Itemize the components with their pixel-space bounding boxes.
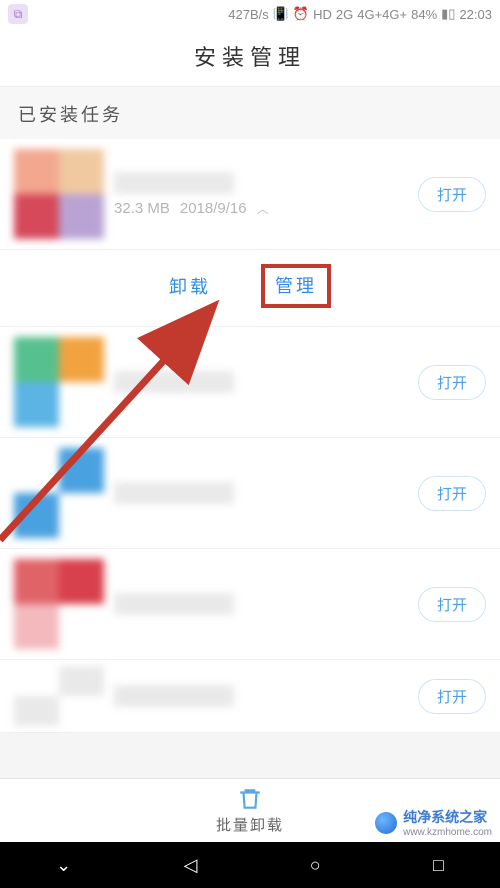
manage-button[interactable]: 管理 — [261, 264, 331, 308]
page-header: 安装管理 — [0, 28, 500, 87]
app-name — [114, 593, 234, 615]
status-bar: ⧉ 427B/s 📳 ⏰ HD 2G 4G+4G+ 84% ▮▯ 22:03 — [0, 0, 500, 28]
app-row[interactable]: 打开 — [0, 438, 500, 549]
signal-2g: 2G — [336, 7, 353, 22]
app-icon — [14, 666, 104, 726]
battery-icon: ▮▯ — [441, 6, 455, 22]
batch-uninstall-button[interactable]: 批量卸载 — [216, 814, 284, 835]
app-info — [114, 593, 408, 615]
app-row[interactable]: 打开 — [0, 327, 500, 438]
app-name — [114, 172, 234, 194]
app-icon — [14, 149, 104, 239]
app-icon — [14, 448, 104, 538]
app-icon — [14, 559, 104, 649]
hd-badge: HD — [313, 7, 332, 22]
watermark: 纯净系统之家 www.kzmhome.com — [375, 807, 492, 838]
app-row[interactable]: 32.3 MB 2018/9/16 ︿ 打开 — [0, 139, 500, 250]
page-title: 安装管理 — [0, 40, 500, 72]
vibrate-icon: 📳 — [273, 6, 289, 22]
alarm-icon: ⏰ — [293, 6, 309, 22]
battery-percent: 84% — [411, 7, 437, 22]
app-expanded-actions: 卸载 管理 — [0, 250, 500, 327]
open-button[interactable]: 打开 — [418, 679, 486, 714]
open-button[interactable]: 打开 — [418, 587, 486, 622]
watermark-logo-icon — [375, 812, 397, 834]
app-name — [114, 685, 234, 707]
installed-apps-list: 32.3 MB 2018/9/16 ︿ 打开 卸载 管理 打开 打开 — [0, 139, 500, 733]
watermark-url: www.kzmhome.com — [403, 827, 492, 838]
app-name — [114, 371, 234, 393]
nav-home-button[interactable]: ○ — [310, 855, 321, 876]
open-button[interactable]: 打开 — [418, 177, 486, 212]
open-button[interactable]: 打开 — [418, 365, 486, 400]
app-date: 2018/9/16 — [180, 200, 247, 217]
uninstall-button[interactable]: 卸载 — [169, 264, 211, 308]
chevron-up-icon[interactable]: ︿ — [257, 200, 269, 217]
data-rate: 427B/s — [228, 7, 268, 22]
nav-menu-button[interactable]: ⌄ — [56, 855, 71, 876]
app-info — [114, 685, 408, 707]
app-info — [114, 482, 408, 504]
app-icon — [14, 337, 104, 427]
app-info — [114, 371, 408, 393]
nav-back-button[interactable]: ◁ — [184, 855, 198, 876]
app-row[interactable]: 打开 — [0, 549, 500, 660]
nav-recent-button[interactable]: □ — [433, 855, 444, 876]
app-info: 32.3 MB 2018/9/16 ︿ — [114, 172, 408, 217]
app-name — [114, 482, 234, 504]
clock: 22:03 — [459, 7, 492, 22]
app-indicator-icon: ⧉ — [8, 4, 28, 24]
open-button[interactable]: 打开 — [418, 476, 486, 511]
app-size: 32.3 MB — [114, 200, 170, 217]
section-installed-label: 已安装任务 — [0, 87, 500, 139]
signal-4g: 4G+4G+ — [357, 7, 407, 22]
trash-icon[interactable] — [237, 786, 263, 812]
watermark-text: 纯净系统之家 — [403, 809, 487, 825]
app-row[interactable]: 打开 — [0, 660, 500, 733]
android-nav-bar: ⌄ ◁ ○ □ — [0, 842, 500, 888]
